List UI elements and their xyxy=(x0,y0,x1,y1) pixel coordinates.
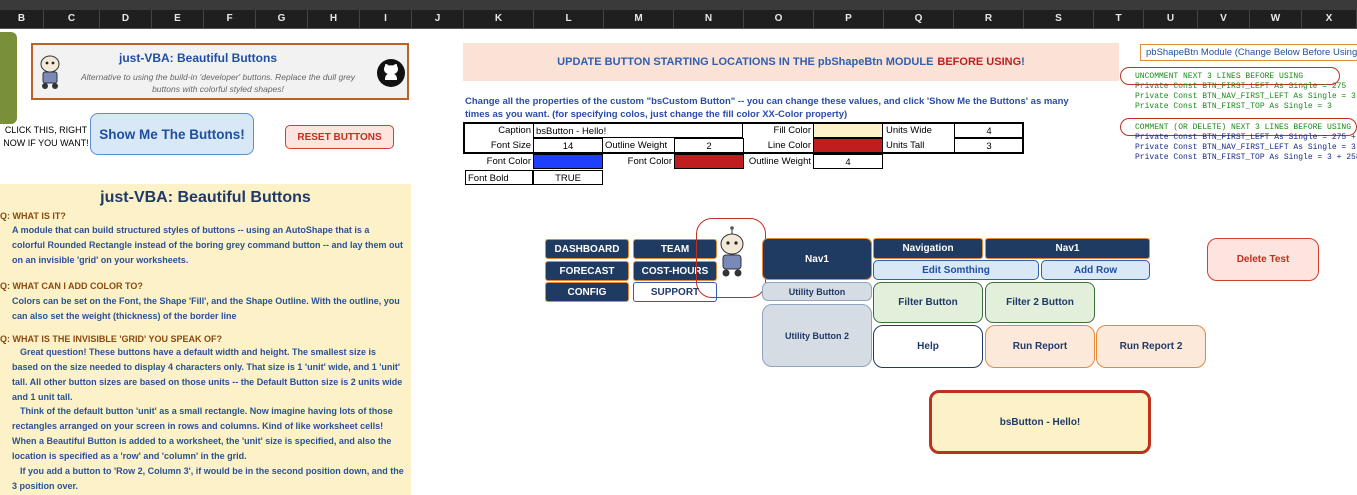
line-color-swatch[interactable] xyxy=(813,138,883,153)
nav1-wide-button[interactable]: Nav1 xyxy=(985,238,1150,259)
caption-cell[interactable]: bsButton - Hello! xyxy=(533,123,743,138)
column-header[interactable]: M xyxy=(604,10,674,28)
column-header[interactable]: J xyxy=(412,10,464,28)
fill-color-label: Fill Color xyxy=(773,125,811,136)
column-header-row: B C D E F G H I J K L M N O P Q R S T U … xyxy=(0,10,1357,29)
units-wide-label: Units Wide xyxy=(886,125,932,136)
column-header[interactable]: N xyxy=(674,10,744,28)
help-button[interactable]: Help xyxy=(873,325,983,368)
add-row-button[interactable]: Add Row xyxy=(1041,260,1150,280)
units-wide-cell[interactable]: 4 xyxy=(954,123,1024,138)
font-size-label: Font Size xyxy=(490,140,531,151)
edit-something-button[interactable]: Edit Somthing xyxy=(873,260,1039,280)
show-me-buttons-button[interactable]: Show Me The Buttons! xyxy=(90,113,254,155)
code-comment: UNCOMMENT NEXT 3 LINES BEFORE USING xyxy=(1135,72,1304,81)
column-header[interactable]: R xyxy=(954,10,1024,28)
dashboard-button[interactable]: DASHBOARD xyxy=(545,239,629,259)
header-subtitle: Alternative to using the build-in 'devel… xyxy=(81,72,355,94)
code-line: Private Const BTN_NAV_FIRST_LEFT As Sing… xyxy=(1135,143,1357,152)
units-tall-label: Units Tall xyxy=(886,140,925,151)
column-header[interactable]: P xyxy=(814,10,884,28)
faq-title: just-VBA: Beautiful Buttons xyxy=(100,189,311,206)
column-header[interactable]: B xyxy=(0,10,44,28)
delete-test-button[interactable]: Delete Test xyxy=(1207,238,1319,281)
filter-button[interactable]: Filter Button xyxy=(873,282,983,323)
faq-question: Q: WHAT IS IT? xyxy=(0,211,66,221)
outline-weight-label: Outline Weight xyxy=(605,140,668,151)
nav1-button[interactable]: Nav1 xyxy=(762,238,872,280)
faq-answer: Colors can be set on the Font, the Shape… xyxy=(12,296,400,321)
column-header[interactable]: F xyxy=(204,10,256,28)
header-box: just-VBA: Beautiful Buttons Alternative … xyxy=(31,43,409,100)
column-header[interactable]: Q xyxy=(884,10,954,28)
units-tall-cell[interactable]: 3 xyxy=(954,138,1024,153)
font-color-swatch-2[interactable] xyxy=(674,154,744,169)
edge-robot-image xyxy=(0,32,17,124)
window-top-strip xyxy=(0,0,1357,10)
navigation-button[interactable]: Navigation xyxy=(873,238,983,259)
utility-button[interactable]: Utility Button xyxy=(762,282,872,301)
column-header[interactable]: H xyxy=(308,10,360,28)
config-button[interactable]: CONFIG xyxy=(545,282,629,302)
run-report-button[interactable]: Run Report xyxy=(985,325,1095,368)
column-header[interactable]: T xyxy=(1094,10,1144,28)
faq-answer: If you add a button to 'Row 2, Column 3'… xyxy=(12,466,404,491)
column-header[interactable]: X xyxy=(1302,10,1357,28)
line-color-label: Line Color xyxy=(767,140,811,151)
outline-weight-cell-2[interactable]: 4 xyxy=(813,154,883,169)
column-header[interactable]: W xyxy=(1250,10,1302,28)
header-title: just-VBA: Beautiful Buttons xyxy=(119,51,277,65)
code-line: Private Const BTN_FIRST_TOP As Single = … xyxy=(1135,102,1332,111)
faq-answer: Great question! These buttons have a def… xyxy=(12,347,403,402)
update-notice-warning: BEFORE USING xyxy=(937,56,1022,68)
robot-image[interactable] xyxy=(696,218,766,298)
font-color-label-2: Font Color xyxy=(627,156,672,167)
faq-panel: just-VBA: Beautiful Buttons Q: WHAT IS I… xyxy=(0,184,411,495)
faq-answer: Think of the default button 'unit' as a … xyxy=(12,406,393,461)
outline-weight-label-2: Outline Weight xyxy=(748,156,811,167)
column-header[interactable]: S xyxy=(1024,10,1094,28)
column-header[interactable]: G xyxy=(256,10,308,28)
column-header[interactable]: L xyxy=(534,10,604,28)
reset-buttons-button[interactable]: RESET BUTTONS xyxy=(285,125,394,149)
code-line: Private Const BTN_NAV_FIRST_LEFT As Sing… xyxy=(1135,92,1356,101)
column-header[interactable]: E xyxy=(152,10,204,28)
forecast-button[interactable]: FORECAST xyxy=(545,261,629,281)
utility-button-2[interactable]: Utility Button 2 xyxy=(762,304,872,367)
update-notice-text: UPDATE BUTTON STARTING LOCATIONS IN THE … xyxy=(557,56,934,68)
code-line: Private Const BTN_FIRST_TOP As Single = … xyxy=(1135,153,1357,162)
column-header[interactable]: U xyxy=(1144,10,1198,28)
caption-label: Caption xyxy=(498,125,531,136)
click-prompt-text: CLICK THIS, RIGHT NOW IF YOU WANT! xyxy=(3,125,89,148)
faq-question: Q: WHAT IS THE INVISIBLE 'GRID' YOU SPEA… xyxy=(0,334,222,344)
github-icon[interactable] xyxy=(376,58,406,88)
faq-question: Q: WHAT CAN I ADD COLOR TO? xyxy=(0,281,143,291)
code-comment: COMMENT (OR DELETE) NEXT 3 LINES BEFORE … xyxy=(1135,123,1352,132)
update-notice-end: ! xyxy=(1021,56,1025,68)
font-color-label: Font Color xyxy=(486,156,531,167)
code-line: Private Const BTN_FIRST_LEFT As Single =… xyxy=(1135,133,1357,142)
column-header[interactable]: I xyxy=(360,10,412,28)
code-line: Private Const BTN_FIRST_LEFT As Single =… xyxy=(1135,82,1347,91)
font-size-cell[interactable]: 14 xyxy=(533,138,603,153)
column-header[interactable]: D xyxy=(100,10,152,28)
faq-answer: A module that can build structured style… xyxy=(12,225,404,265)
outline-weight-cell[interactable]: 2 xyxy=(674,138,744,153)
column-header[interactable]: V xyxy=(1198,10,1250,28)
font-color-swatch[interactable] xyxy=(533,154,603,169)
code-header: pbShapeBtn Module (Change Below Before U… xyxy=(1140,44,1357,61)
update-notice: UPDATE BUTTON STARTING LOCATIONS IN THE … xyxy=(463,43,1119,81)
custom-hello-button[interactable]: bsButton - Hello! xyxy=(929,390,1151,454)
fill-color-swatch[interactable] xyxy=(813,123,883,138)
font-bold-cell[interactable]: TRUE xyxy=(533,170,603,185)
column-header[interactable]: O xyxy=(744,10,814,28)
column-header[interactable]: K xyxy=(464,10,534,28)
font-bold-label: Font Bold xyxy=(465,170,533,185)
update-notice-box: UPDATE BUTTON STARTING LOCATIONS IN THE … xyxy=(463,43,1119,81)
run-report-2-button[interactable]: Run Report 2 xyxy=(1096,325,1206,368)
filter-2-button[interactable]: Filter 2 Button xyxy=(985,282,1095,323)
column-header[interactable]: C xyxy=(44,10,100,28)
change-properties-text: Change all the properties of the custom … xyxy=(465,96,1069,120)
code-panel: pbShapeBtn Module (Change Below Before U… xyxy=(1120,42,1357,172)
